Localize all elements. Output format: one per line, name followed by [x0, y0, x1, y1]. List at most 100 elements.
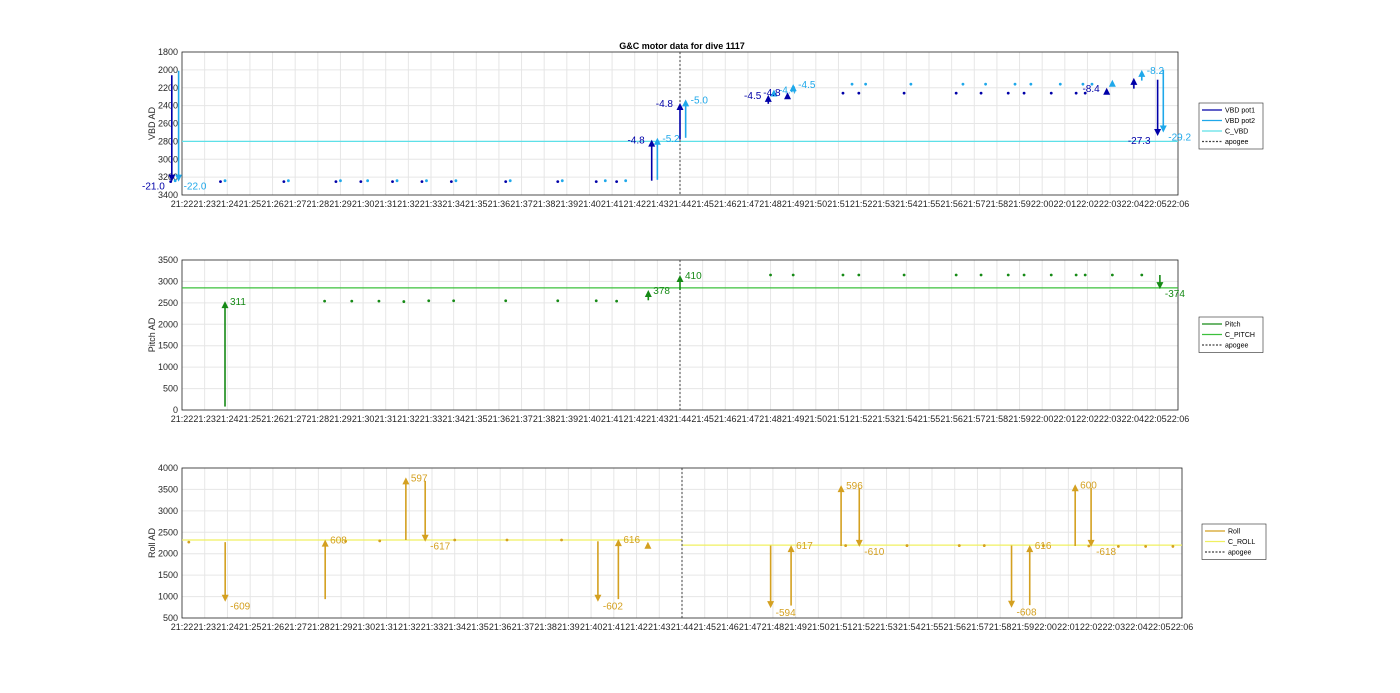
- data-point: [560, 538, 563, 542]
- x-tick-label: 21:24: [216, 622, 239, 632]
- data-point: [857, 91, 861, 95]
- y-tick-label: 2600: [158, 119, 178, 129]
- x-tick-label: 21:46: [716, 622, 739, 632]
- x-tick-label: 21:54: [898, 622, 921, 632]
- x-tick-label: 21:57: [963, 414, 986, 424]
- x-tick-label: 21:32: [397, 414, 420, 424]
- data-point: [402, 300, 406, 303]
- x-tick-label: 21:39: [556, 199, 579, 209]
- legend-entry: apogee: [1225, 139, 1248, 146]
- move-label: 608: [330, 536, 347, 547]
- data-point: [420, 180, 424, 183]
- data-point: [979, 273, 983, 277]
- y-tick-label: 2500: [158, 298, 178, 308]
- move-label: -8.2: [1147, 66, 1165, 77]
- data-point: [223, 179, 227, 183]
- data-point: [377, 299, 381, 303]
- legend: Pitch C_PITCHapogee: [1198, 316, 1264, 353]
- data-point: [954, 91, 958, 95]
- y-tick-label: 2000: [158, 65, 178, 75]
- y-tick-label: 3500: [158, 484, 178, 494]
- x-tick-label: 21:27: [284, 199, 307, 209]
- data-point: [187, 540, 191, 544]
- data-point: [841, 91, 845, 95]
- data-point: [334, 180, 338, 183]
- x-tick-label: 21:43: [646, 199, 669, 209]
- data-point: [615, 299, 619, 303]
- x-tick-label: 21:47: [737, 199, 760, 209]
- x-tick-label: 22:04: [1121, 199, 1144, 209]
- data-point: [841, 273, 845, 277]
- x-tick-label: 21:57: [966, 622, 989, 632]
- x-tick-label: 21:41: [603, 622, 626, 632]
- y-axis-label: Roll AD: [147, 527, 157, 558]
- data-point: [1013, 82, 1017, 86]
- x-tick-label: 22:01: [1054, 199, 1077, 209]
- x-tick-label: 21:33: [420, 199, 443, 209]
- x-tick-label: 21:30: [352, 199, 375, 209]
- x-tick-label: 21:55: [918, 414, 941, 424]
- y-axis-label: VBD AD: [147, 106, 157, 140]
- x-tick-label: 22:02: [1076, 414, 1099, 424]
- move-label: -610: [864, 547, 884, 558]
- data-point: [350, 299, 354, 303]
- data-point: [1074, 273, 1078, 277]
- x-tick-label: 22:02: [1080, 622, 1103, 632]
- x-tick-label: 21:26: [261, 199, 284, 209]
- data-point: [1058, 82, 1062, 86]
- data-point: [452, 299, 456, 303]
- data-point: [594, 180, 598, 183]
- x-tick-label: 21:25: [239, 199, 262, 209]
- data-point: [282, 180, 286, 183]
- x-tick-label: 21:58: [989, 622, 1012, 632]
- x-tick-label: 21:30: [353, 622, 376, 632]
- x-tick-label: 21:29: [330, 622, 353, 632]
- legend-entry: Roll: [1228, 529, 1241, 536]
- data-point: [979, 91, 983, 95]
- data-point: [359, 180, 363, 183]
- legend-entry: C_ROLL: [1228, 539, 1255, 546]
- data-point: [173, 179, 177, 183]
- y-tick-label: 4000: [158, 463, 178, 473]
- data-point: [982, 544, 986, 547]
- x-tick-label: 21:52: [853, 622, 876, 632]
- panel-2: 21:22 21:23 21:24 21:25 21:26 21:27 21:28 21:29…: [147, 255, 1264, 424]
- x-tick-label: 21:33: [421, 622, 444, 632]
- x-tick-label: 21:40: [580, 622, 603, 632]
- x-tick-label: 21:34: [442, 414, 465, 424]
- x-tick-label: 21:49: [782, 414, 805, 424]
- y-tick-label: 2000: [158, 319, 178, 329]
- legend-entry: VBD pot1: [1225, 108, 1255, 115]
- y-tick-label: 1800: [158, 47, 178, 57]
- x-tick-label: 21:42: [623, 414, 646, 424]
- move-label: -608: [1017, 608, 1037, 619]
- data-point: [844, 544, 848, 547]
- x-tick-label: 21:37: [510, 414, 533, 424]
- x-tick-label: 21:51: [830, 622, 853, 632]
- move-label: 617: [796, 541, 813, 552]
- data-point: [366, 179, 370, 183]
- data-point: [1022, 91, 1026, 95]
- y-tick-label: 2400: [158, 101, 178, 111]
- x-tick-label: 22:03: [1099, 199, 1122, 209]
- x-tick-label: 22:05: [1144, 414, 1167, 424]
- x-tick-label: 21:29: [329, 414, 352, 424]
- x-tick-label: 21:45: [691, 414, 714, 424]
- x-tick-label: 21:56: [943, 622, 966, 632]
- legend: VBD pot1 VBD pot2 C_VBDapogee: [1198, 102, 1264, 150]
- figure: G&C motor data for dive 1117 21:22 21:23 2…: [142, 41, 1267, 632]
- legend-entry: C_VBD: [1225, 129, 1248, 136]
- data-point: [427, 299, 431, 303]
- x-tick-label: 21:35: [465, 414, 488, 424]
- data-point: [902, 273, 906, 277]
- move-label: 410: [685, 271, 702, 282]
- x-tick-label: 21:41: [601, 199, 624, 209]
- x-tick-label: 21:46: [714, 414, 737, 424]
- move-label: 596: [846, 481, 863, 492]
- data-point: [864, 82, 868, 86]
- data-point: [769, 273, 772, 277]
- data-point: [615, 180, 619, 183]
- move-label: -4.8: [627, 136, 645, 147]
- x-tick-label: 21:34: [442, 199, 465, 209]
- data-point: [425, 179, 428, 183]
